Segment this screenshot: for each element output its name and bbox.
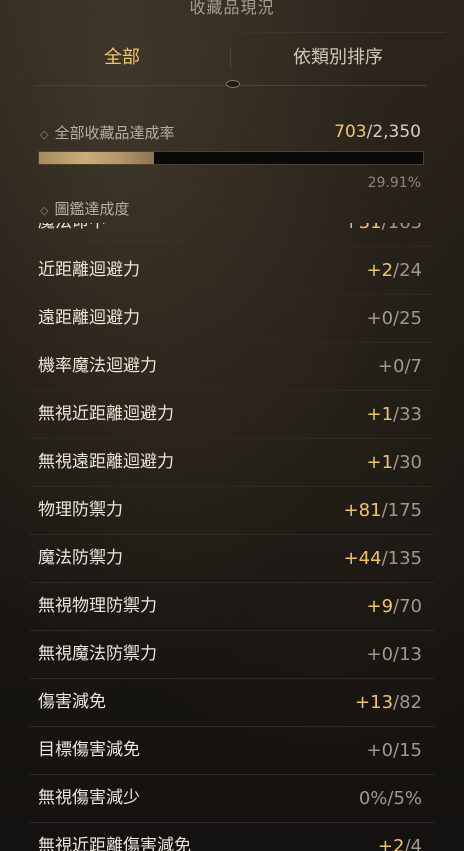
stat-row: 遠距離迴避力 +0/25 bbox=[30, 295, 434, 343]
collection-progress-fill bbox=[39, 152, 154, 164]
ornament-divider-icon bbox=[226, 80, 240, 88]
stat-row: 無視魔法防禦力 +0/13 bbox=[30, 631, 434, 679]
stat-max: /24 bbox=[393, 260, 422, 281]
stat-max: /30 bbox=[393, 452, 422, 473]
stat-name: 無視近距離傷害減免 bbox=[38, 836, 191, 851]
collection-percent: 29.91% bbox=[367, 175, 421, 191]
stat-name: 近距離迴避力 bbox=[38, 260, 140, 280]
page-title: 收藏品現況 bbox=[189, 0, 275, 17]
stat-row: 魔法防禦力 +44/135 bbox=[30, 535, 434, 583]
stat-name: 魔法命中 bbox=[38, 223, 106, 246]
stat-value-group: +2/24 bbox=[366, 247, 422, 294]
stat-row: 機率魔法迴避力 +0/7 bbox=[30, 343, 434, 391]
stat-value: +1 bbox=[366, 404, 394, 425]
diamond-icon: ◇ bbox=[40, 128, 49, 141]
stat-max: /82 bbox=[393, 692, 422, 713]
stat-value: 0% bbox=[358, 788, 388, 809]
stat-value: +13 bbox=[355, 692, 394, 713]
stat-row: 無視傷害減少 0%/5% bbox=[30, 775, 434, 823]
stat-value-group: +0/13 bbox=[366, 631, 422, 678]
stat-value: +0 bbox=[377, 356, 405, 377]
stat-name: 傷害減免 bbox=[38, 692, 106, 712]
stat-value: +9 bbox=[366, 596, 394, 617]
stat-max: /13 bbox=[393, 644, 422, 665]
tab-sort-by-category[interactable]: 依類別排序 bbox=[230, 33, 446, 83]
stat-value: +0 bbox=[366, 644, 394, 665]
collection-total: /2,350 bbox=[366, 122, 421, 142]
stat-value: +81 bbox=[343, 500, 382, 521]
stat-value-group: +9/70 bbox=[366, 583, 422, 630]
stat-max: /135 bbox=[381, 548, 422, 569]
stat-row: 魔法命中 +31/163 bbox=[30, 223, 434, 247]
stat-value: +0 bbox=[366, 740, 394, 761]
stat-max: /33 bbox=[393, 404, 422, 425]
collection-progress-bar bbox=[38, 151, 424, 165]
stat-row: 無視近距離迴避力 +1/33 bbox=[30, 391, 434, 439]
stat-name: 無視近距離迴避力 bbox=[38, 404, 174, 424]
diamond-icon: ◇ bbox=[40, 204, 49, 217]
collection-count: 703/2,350 bbox=[334, 122, 421, 142]
stat-value: +2 bbox=[366, 260, 394, 281]
stat-name: 無視魔法防禦力 bbox=[38, 644, 157, 664]
stat-name: 遠距離迴避力 bbox=[38, 308, 140, 328]
stat-value-group: +2/4 bbox=[378, 823, 422, 851]
stat-row: 近距離迴避力 +2/24 bbox=[30, 247, 434, 295]
stat-row: 無視物理防禦力 +9/70 bbox=[30, 583, 434, 631]
stat-row: 無視近距離傷害減免 +2/4 bbox=[30, 823, 434, 851]
stat-name: 魔法防禦力 bbox=[38, 548, 123, 568]
stat-row: 目標傷害減免 +0/15 bbox=[30, 727, 434, 775]
stat-value-group: +0/15 bbox=[366, 727, 422, 774]
stat-max: /5% bbox=[387, 788, 422, 809]
tab-all[interactable]: 全部 bbox=[14, 33, 230, 83]
stat-max: /70 bbox=[393, 596, 422, 617]
stat-value-group: +1/33 bbox=[366, 391, 422, 438]
stat-name: 物理防禦力 bbox=[38, 500, 123, 520]
stat-name: 機率魔法迴避力 bbox=[38, 356, 157, 376]
stat-row: 傷害減免 +13/82 bbox=[30, 679, 434, 727]
stat-value: +44 bbox=[343, 548, 382, 569]
stat-max: /163 bbox=[382, 223, 422, 233]
stat-list-content: 魔法命中+31/163近距離迴避力+2/24遠距離迴避力+0/25機率魔法迴避力… bbox=[0, 223, 464, 851]
stat-list[interactable]: 魔法命中+31/163近距離迴避力+2/24遠距離迴避力+0/25機率魔法迴避力… bbox=[0, 223, 464, 851]
collection-rate-text: 全部收藏品達成率 bbox=[54, 124, 175, 142]
stat-value-group: +0/7 bbox=[378, 343, 422, 390]
stat-name: 無視物理防禦力 bbox=[38, 596, 157, 616]
stat-max: /25 bbox=[393, 308, 422, 329]
stat-value-group: 0%/5% bbox=[359, 775, 422, 822]
stat-row: 無視遠距離迴避力 +1/30 bbox=[30, 439, 434, 487]
stat-name: 無視遠距離迴避力 bbox=[38, 452, 174, 472]
stat-value: +1 bbox=[366, 452, 394, 473]
stat-name: 目標傷害減免 bbox=[38, 740, 140, 760]
stat-value-group: +81/175 bbox=[344, 487, 422, 534]
stat-value-group: +31/163 bbox=[344, 223, 422, 246]
stat-value: +0 bbox=[366, 308, 394, 329]
codex-rate-label: ◇ 圖鑑達成度 bbox=[40, 198, 129, 219]
stat-value: +2 bbox=[377, 836, 405, 851]
stat-max: /175 bbox=[381, 500, 422, 521]
stat-max: /15 bbox=[393, 740, 422, 761]
stat-value-group: +44/135 bbox=[344, 535, 422, 582]
tab-bar: 全部 依類別排序 bbox=[14, 32, 446, 86]
collection-rate-label: ◇ 全部收藏品達成率 bbox=[40, 122, 174, 143]
codex-rate-text: 圖鑑達成度 bbox=[54, 200, 130, 218]
stat-max: /7 bbox=[404, 356, 422, 377]
stat-value-group: +0/25 bbox=[366, 295, 422, 342]
collection-current: 703 bbox=[334, 122, 367, 142]
stat-value-group: +13/82 bbox=[355, 679, 422, 726]
stat-row: 物理防禦力 +81/175 bbox=[30, 487, 434, 535]
stat-value-group: +1/30 bbox=[366, 439, 422, 486]
stat-value: +31 bbox=[344, 223, 382, 233]
stat-max: /4 bbox=[404, 836, 422, 851]
stat-name: 無視傷害減少 bbox=[38, 788, 140, 808]
